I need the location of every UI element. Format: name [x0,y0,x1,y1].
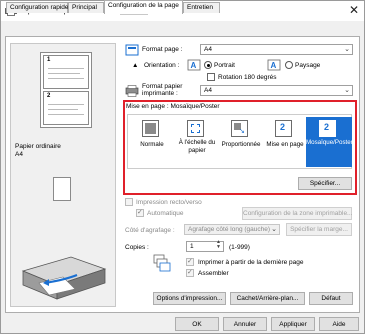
copies-spinner[interactable]: 1 ▲ ▼ [186,240,224,252]
page-layout-icon: 2 [275,120,292,137]
auto-duplex-checkbox[interactable] [136,208,144,217]
layout-option-tiling-poster[interactable]: 2 Mosaïque/Poster [306,117,353,167]
printer-paper-label-2: imprimante : [142,90,178,97]
copies-label: Copies : [125,244,149,251]
preview-page-1: 1 [43,55,89,89]
preview-page-2: 2 [43,91,89,125]
chevron-down-icon: ⌄ [344,46,350,53]
page-size-value: A4 [204,46,212,53]
print-options-window: Options d'impression Canon series ✕ Conf… [0,0,365,334]
page-number: 2 [47,93,51,99]
layout-option-label: Proportionnée [221,141,261,148]
page-preview: 1 2 [38,52,94,132]
landscape-icon: A [267,59,281,71]
text-line [48,114,84,115]
specify-button[interactable]: Spécifier... [298,177,352,190]
rotate-180-checkbox[interactable] [207,73,215,81]
layout-option-label: Mise en page [266,141,304,148]
duplex-checkbox[interactable] [125,198,133,206]
close-icon[interactable]: ✕ [349,3,359,17]
layout-option-normal[interactable]: Normale [129,117,175,167]
page-size-select[interactable]: A4 ⌄ [200,44,353,55]
page-number: 1 [47,57,51,63]
tab-quick-setup[interactable]: Configuration rapide [6,2,69,13]
tab-maintenance[interactable]: Entretien [183,2,220,13]
print-area-button[interactable]: Configuration de la zone imprimable... [242,207,352,220]
portrait-icon: A [187,59,201,71]
portrait-radio[interactable] [204,61,212,69]
layout-option-label: Normale [140,141,164,148]
tab-label: Configuration rapide [10,4,69,11]
preview-pane: 1 2 Papier ordinaire A4 [10,43,116,307]
layout-option-scaled[interactable]: ↘ Proportionnée [218,117,264,167]
tiling-poster-icon: 2 [319,120,336,137]
chevron-down-icon: ⌄ [344,87,350,94]
page-size-icon [125,44,139,56]
stamp-background-button[interactable]: Cachet/Arrière-plan... [230,292,305,305]
media-type-label: Papier ordinaire [15,143,61,150]
text-line [48,104,84,105]
layout-normal-icon [142,120,159,137]
orientation-label: Orientation : [144,62,180,69]
staple-side-select[interactable]: Agrafage côté long (gauche) ⌄ [184,224,280,235]
text-line [48,109,78,110]
tab-label: Principal [72,4,97,11]
portrait-label: Portrait [214,62,235,69]
defaults-button[interactable]: Défaut [309,292,353,305]
tab-label: Entretien [187,4,214,11]
text-line [48,73,80,74]
svg-text:A: A [191,61,197,70]
printer-paper-select[interactable]: A4 ⌄ [200,85,353,96]
ok-button[interactable]: OK [175,317,219,331]
tab-page-setup[interactable]: Configuration de la page [104,0,183,14]
print-from-last-page-label: Imprimer à partir de la dernière page [198,259,304,266]
tab-main[interactable]: Principal [68,2,104,13]
svg-text:A: A [271,61,277,70]
landscape-radio[interactable] [285,61,293,69]
rotate-180-label: Rotation 180 degrés [218,74,277,81]
collate-checkbox[interactable] [186,268,194,277]
collate-label: Assembler [198,270,229,277]
text-line [48,78,84,79]
chevron-down-icon: ⌄ [271,226,277,233]
printer-paper-icon [125,85,139,97]
layout-header: Mise en page : Mosaïque/Poster [126,103,220,110]
staple-side-label: Côté d'agrafage : [125,227,175,234]
landscape-label: Paysage [295,62,321,69]
cancel-button[interactable]: Annuler [223,317,267,331]
specify-margin-button[interactable]: Spécifier la marge... [286,223,352,236]
spinner-arrows-icon[interactable]: ▲ ▼ [216,240,221,250]
paper-thumbnail-icon [53,177,71,201]
layout-option-page-layout[interactable]: 2 Mise en page [262,117,308,167]
copies-value: 1 [190,243,194,250]
print-from-last-page-checkbox[interactable] [186,257,194,266]
layout-option-label: Mosaïque/Poster [306,139,353,146]
page-size-label: Format page : [142,46,183,53]
scaled-icon: ↘ [231,120,248,137]
printer-illustration [21,256,107,300]
auto-duplex-label: Automatique [147,210,184,217]
text-line [48,68,84,69]
copies-stack-icon [153,254,171,272]
paper-size-label: A4 [15,151,23,158]
staple-side-value: Agrafage côté long (gauche) [188,226,271,233]
arrow-up-icon: ▲ [132,62,139,69]
layout-option-fit-to-paper[interactable]: À l'échelle du papier [174,117,220,167]
duplex-label: Impression recto/verso [136,199,202,206]
layout-option-label: À l'échelle du papier [178,139,216,154]
print-options-button[interactable]: Options d'impression... [153,292,226,305]
help-button[interactable]: Aide [319,317,359,331]
printer-paper-value: A4 [204,87,212,94]
apply-button[interactable]: Appliquer [271,317,315,331]
printer-paper-label-1: Format papier [142,83,183,90]
fit-to-paper-icon [187,120,204,137]
copies-range: (1-999) [229,244,250,251]
tab-label: Configuration de la page [108,2,179,9]
